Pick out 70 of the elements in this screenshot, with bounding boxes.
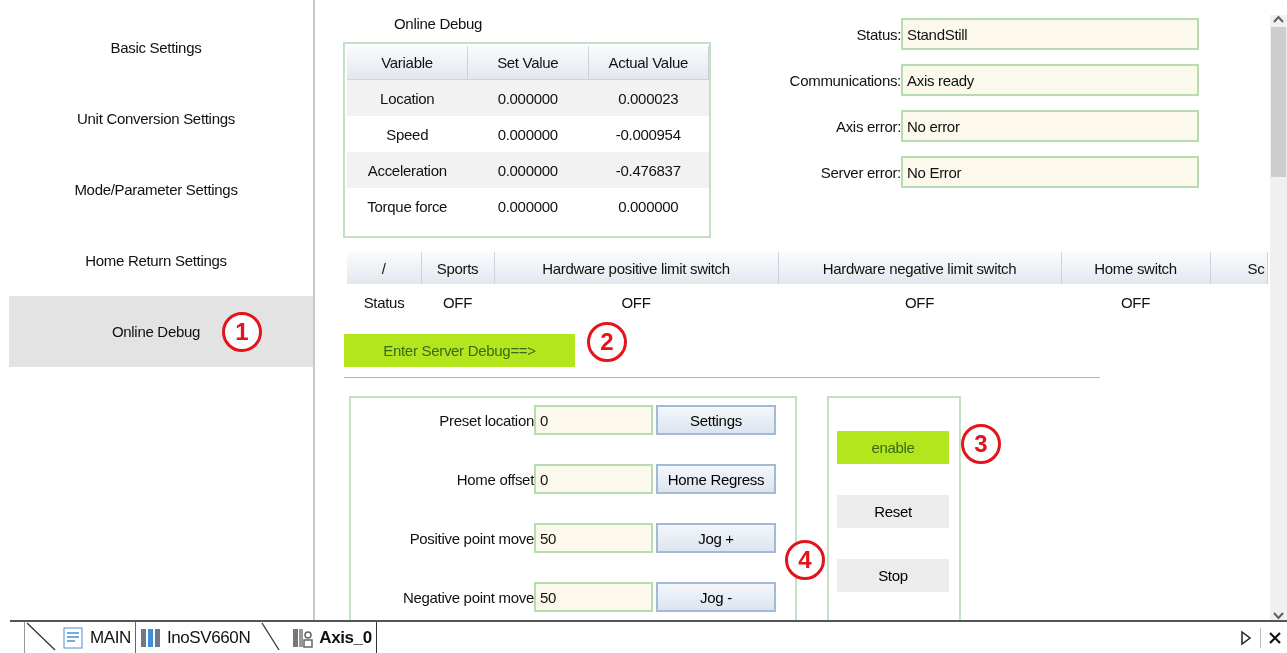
field-label: Communications: (788, 71, 901, 89)
table-cell: 0.000000 (467, 79, 588, 116)
annotation-marker: 4 (785, 540, 825, 580)
scroll-down-icon[interactable] (1273, 612, 1284, 621)
close-icon[interactable] (1269, 631, 1281, 644)
scroll-up-icon[interactable] (1273, 15, 1284, 23)
scroll-right-icon[interactable] (1240, 629, 1252, 646)
input-field[interactable]: 0 (534, 464, 653, 494)
field-label: Negative point move (401, 588, 534, 606)
table-cell: Torque force (347, 188, 468, 224)
control-button[interactable]: Stop (837, 559, 949, 592)
input-field[interactable]: 0 (534, 405, 653, 435)
table-cell: OFF (494, 284, 778, 320)
table-cell: -0.476837 (588, 152, 709, 188)
input-field[interactable]: 50 (534, 523, 653, 553)
sidebar-item[interactable]: Unit Conversion Settings (9, 83, 313, 154)
column-header: Set Value (467, 46, 588, 80)
table-cell: Speed (347, 116, 468, 152)
editor-tab[interactable]: InoSV660N (135, 622, 255, 653)
field-label: Server error: (819, 163, 901, 181)
section-title: Online Debug (394, 14, 484, 34)
table-cell: Location (347, 79, 468, 116)
action-button[interactable]: Jog - (656, 582, 776, 612)
sidebar-item[interactable]: Home Return Settings (9, 225, 313, 296)
server-debug-button[interactable]: Enter Server Debug==> (344, 334, 575, 367)
field-label: Axis error: (834, 117, 901, 135)
status-field: No Error (901, 156, 1199, 188)
table-cell: 0.000000 (467, 152, 588, 188)
column-header: Home switch (1061, 252, 1210, 284)
column-header: Variable (347, 46, 468, 80)
annotation-marker: 3 (961, 424, 1001, 464)
annotation-marker: 2 (587, 322, 627, 362)
table-cell: Acceleration (347, 152, 468, 188)
table-cell: -0.000954 (588, 116, 709, 152)
table-cell: Status (347, 284, 421, 320)
column-header: Hardware positive limit switch (494, 252, 778, 284)
field-label: Status: (855, 25, 901, 43)
table-cell: 0.000000 (467, 116, 588, 152)
column-header: Sc (1210, 252, 1267, 284)
column-header: Hardware negative limit switch (778, 252, 1061, 284)
status-field: No error (901, 110, 1199, 142)
sidebar-item[interactable]: Basic Settings (9, 12, 313, 83)
field-label: Home offset (455, 470, 534, 488)
column-header: Sports (421, 252, 494, 284)
sidebar-item[interactable]: Mode/Parameter Settings (9, 154, 313, 225)
action-button[interactable]: Settings (656, 405, 776, 435)
action-button[interactable]: Jog + (656, 523, 776, 553)
status-field: Axis ready (901, 64, 1199, 96)
table-cell: OFF (421, 284, 494, 320)
device-icon (139, 626, 161, 649)
editor-tab[interactable]: Axis_0 (288, 622, 377, 653)
status-field: StandStill (901, 18, 1199, 50)
table-cell: OFF (1061, 284, 1210, 320)
column-header: Actual Value (588, 46, 709, 80)
field-label: Preset location (438, 411, 534, 429)
scrollbar-thumb[interactable] (1271, 27, 1286, 177)
editor-tab[interactable]: MAIN (59, 622, 136, 653)
axis-icon (292, 626, 314, 649)
program-icon (63, 626, 84, 649)
table-cell: OFF (778, 284, 1061, 320)
column-header: / (347, 252, 421, 284)
table-cell: 0.000000 (467, 188, 588, 224)
control-button[interactable]: enable (837, 431, 949, 464)
table-cell: 0.000023 (588, 79, 709, 116)
control-button[interactable]: Reset (837, 495, 949, 528)
input-field[interactable]: 50 (534, 582, 653, 612)
table-cell: 0.000000 (588, 188, 709, 224)
field-label: Positive point move (408, 529, 534, 547)
scrollbar[interactable] (1270, 15, 1287, 621)
action-button[interactable]: Home Regress (656, 464, 776, 494)
